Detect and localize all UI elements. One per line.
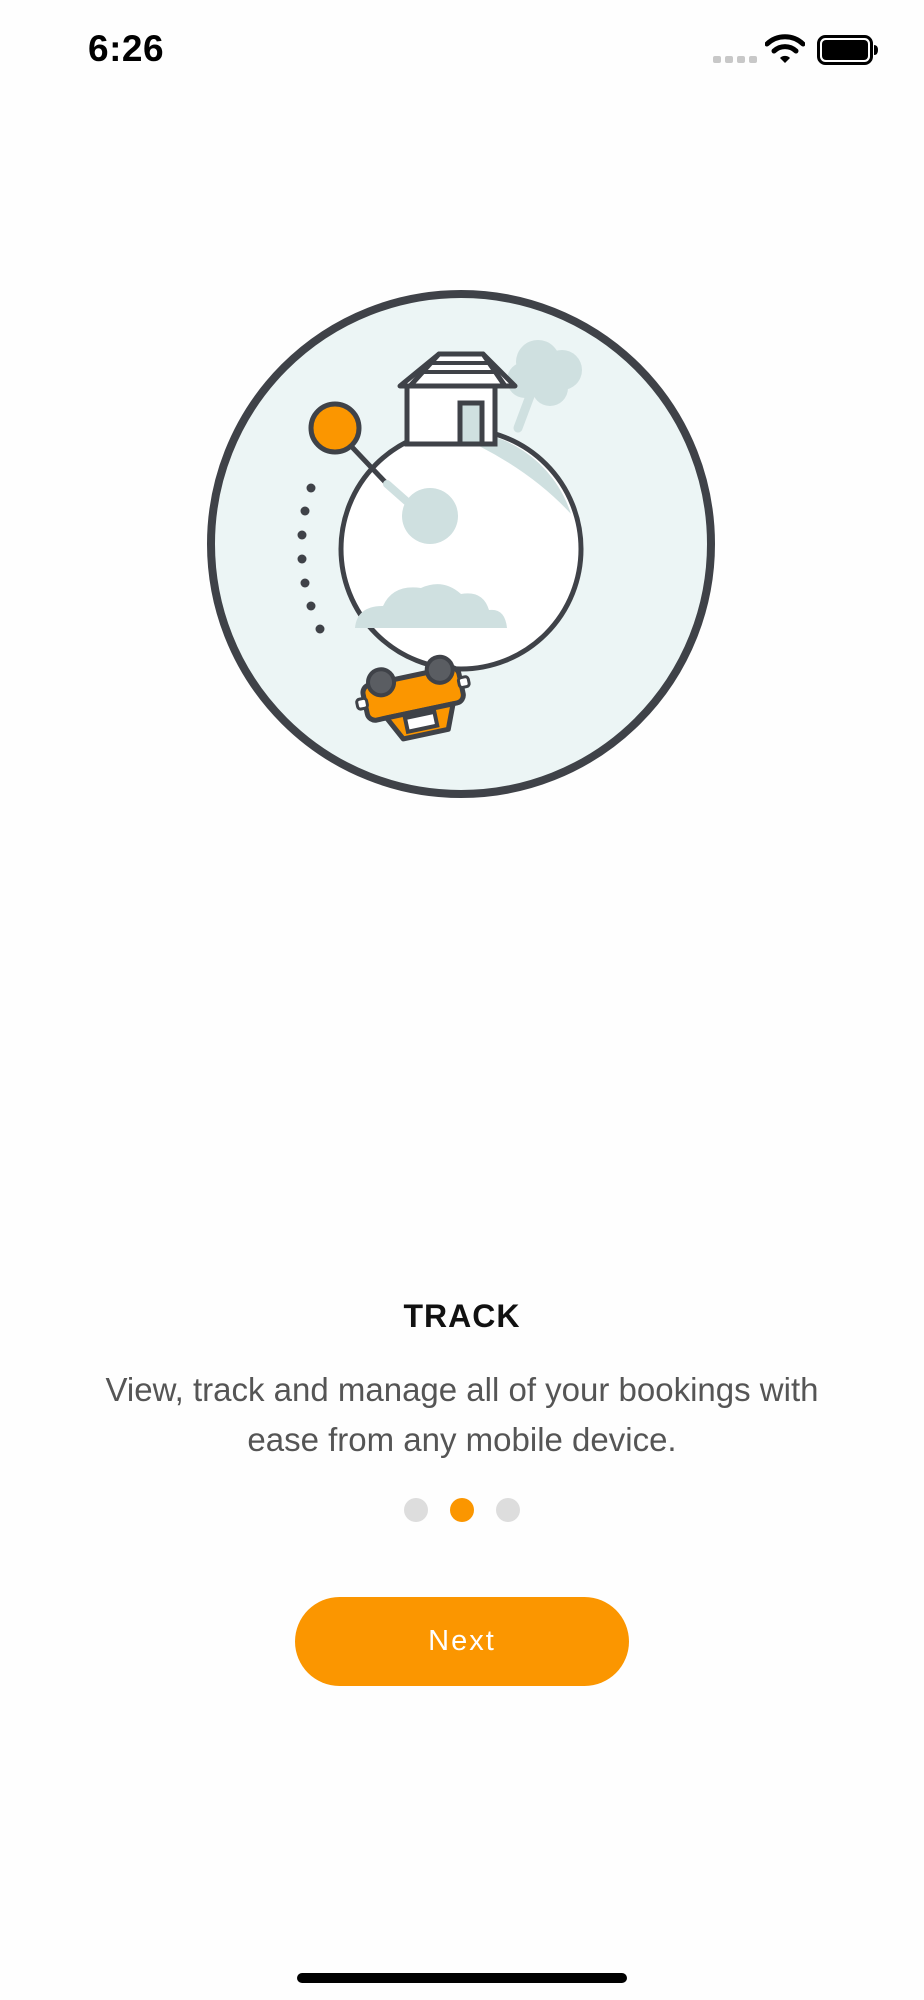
onboarding-title: TRACK [403,1298,521,1334]
next-button[interactable]: Next [295,1597,629,1686]
wifi-icon [765,34,805,63]
onboarding-description: View, track and manage all of your booki… [105,1371,819,1458]
globe-house-car-illustration [207,290,715,798]
location-pin-icon [308,401,362,455]
battery-icon [817,35,878,65]
status-bar: 6:26 [0,0,924,100]
status-time: 6:26 [88,28,165,69]
page-indicator [0,1498,924,1522]
globe-icon [338,426,584,672]
page-dot-1[interactable] [404,1498,428,1522]
page-dot-2-active[interactable] [450,1498,474,1522]
home-indicator[interactable] [297,1973,627,1983]
page-dot-3[interactable] [496,1498,520,1522]
signal-icon [713,56,757,63]
